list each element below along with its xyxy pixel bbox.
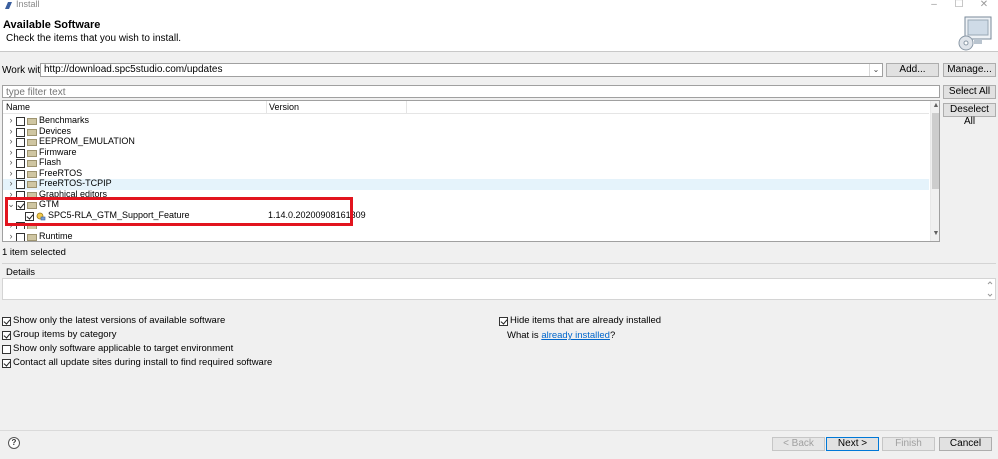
column-header-version[interactable]: Version	[269, 102, 299, 112]
scroll-up-icon[interactable]: ▲	[931, 102, 939, 112]
chevron-down-icon[interactable]: ⌄	[869, 64, 882, 76]
contact-sites-label: Contact all update sites during install …	[13, 357, 273, 368]
row-name: Devices	[39, 125, 72, 136]
work-with-value: http://download.spc5studio.com/updates	[44, 64, 223, 75]
chevron-right-icon[interactable]: ›	[7, 178, 15, 188]
finish-button[interactable]: Finish	[882, 437, 935, 451]
footer-divider	[0, 430, 998, 431]
target-env-label: Show only software applicable to target …	[13, 343, 234, 354]
row-name: Benchmarks	[39, 115, 90, 125]
row-checkbox[interactable]	[16, 180, 25, 189]
row-name: Firmware	[39, 146, 77, 157]
eclipse-icon	[5, 2, 12, 9]
help-icon[interactable]: ?	[8, 437, 20, 449]
work-with-combo[interactable]: http://download.spc5studio.com/updates ⌄	[40, 63, 883, 77]
deselect-all-button[interactable]: Deselect All	[943, 103, 996, 127]
chevron-right-icon[interactable]: ›	[7, 136, 15, 146]
highlight-annotation	[5, 197, 353, 226]
category-icon	[27, 160, 37, 167]
row-name: FreeRTOS-TCPIP	[39, 178, 112, 188]
details-pane	[2, 278, 996, 300]
install-software-icon	[958, 16, 992, 51]
group-by-category-label: Group items by category	[13, 329, 117, 340]
group-by-category-checkbox[interactable]	[2, 331, 11, 340]
chevron-right-icon[interactable]: ›	[7, 147, 15, 157]
tree-row[interactable]: › Runtime	[3, 230, 929, 241]
select-all-button[interactable]: Select All	[943, 85, 996, 99]
add-button[interactable]: Add...	[886, 63, 939, 77]
latest-versions-label: Show only the latest versions of availab…	[13, 315, 226, 326]
row-checkbox[interactable]	[16, 232, 25, 241]
row-checkbox[interactable]	[16, 159, 25, 168]
tree-row[interactable]: › FreeRTOS-TCPIP	[3, 178, 929, 190]
tree-row[interactable]: › Flash	[3, 157, 929, 169]
filter-input[interactable]	[3, 87, 939, 98]
chevron-right-icon[interactable]: ›	[7, 157, 15, 167]
header-banner: Available Software Check the items that …	[0, 11, 998, 52]
tree-row[interactable]: › Benchmarks	[3, 115, 929, 127]
category-icon	[27, 233, 37, 241]
contact-sites-checkbox[interactable]	[2, 359, 11, 368]
latest-versions-checkbox[interactable]	[2, 317, 11, 326]
column-header-name[interactable]: Name	[6, 102, 30, 112]
tree-row[interactable]: › FreeRTOS	[3, 167, 929, 180]
what-is-installed-text: What is already installed?	[507, 330, 615, 341]
tree-row[interactable]: › Firmware	[3, 146, 929, 159]
category-icon	[27, 128, 37, 136]
category-icon	[27, 181, 37, 188]
category-icon	[27, 149, 37, 157]
chevron-right-icon[interactable]: ›	[7, 115, 15, 125]
row-name: EEPROM_EMULATION	[39, 136, 135, 146]
already-installed-link[interactable]: already installed	[541, 330, 610, 341]
tree-row[interactable]: › EEPROM_EMULATION	[3, 136, 929, 148]
scroll-thumb[interactable]	[932, 113, 939, 189]
hide-installed-label: Hide items that are already installed	[510, 315, 662, 326]
chevron-right-icon[interactable]: ›	[7, 231, 15, 241]
category-icon	[27, 139, 37, 146]
category-icon	[27, 118, 37, 125]
row-checkbox[interactable]	[16, 127, 25, 137]
category-icon	[27, 170, 37, 178]
chevron-right-icon[interactable]: ›	[7, 168, 15, 178]
row-name: FreeRTOS	[39, 167, 83, 178]
maximize-button[interactable]: ☐	[953, 0, 965, 10]
title-bar: Install – ☐ ✕	[0, 0, 998, 11]
scroll-down-icon[interactable]: ▼	[931, 230, 939, 240]
row-name: Runtime	[39, 230, 73, 241]
row-checkbox[interactable]	[16, 148, 25, 158]
tree-scrollbar[interactable]: ▲ ▼	[930, 101, 939, 241]
close-button[interactable]: ✕	[978, 0, 990, 10]
target-env-checkbox[interactable]	[2, 345, 11, 354]
selection-status: 1 item selected	[2, 247, 66, 258]
page-subtitle: Check the items that you wish to install…	[6, 33, 182, 44]
what-is-suffix: ?	[609, 330, 616, 341]
what-is-prefix: What is	[507, 330, 542, 341]
window-title: Install	[16, 0, 40, 9]
back-button[interactable]: < Back	[772, 437, 825, 451]
details-scroll-icon[interactable]	[985, 279, 995, 299]
hide-installed-checkbox[interactable]	[499, 317, 508, 326]
tree-header: Name Version	[3, 101, 929, 114]
row-checkbox[interactable]	[16, 138, 25, 147]
page-title: Available Software	[3, 19, 101, 31]
tree-row[interactable]: › Devices	[3, 125, 929, 138]
row-checkbox[interactable]	[16, 169, 25, 179]
row-checkbox[interactable]	[16, 117, 25, 126]
manage-button[interactable]: Manage...	[943, 63, 996, 77]
details-divider	[2, 263, 996, 264]
row-name: Flash	[39, 157, 62, 167]
minimize-button[interactable]: –	[928, 0, 940, 10]
filter-field[interactable]	[2, 85, 940, 98]
details-label: Details	[6, 267, 36, 278]
chevron-right-icon[interactable]: ›	[7, 126, 15, 136]
cancel-button[interactable]: Cancel	[939, 437, 992, 451]
next-button[interactable]: Next >	[826, 437, 879, 451]
